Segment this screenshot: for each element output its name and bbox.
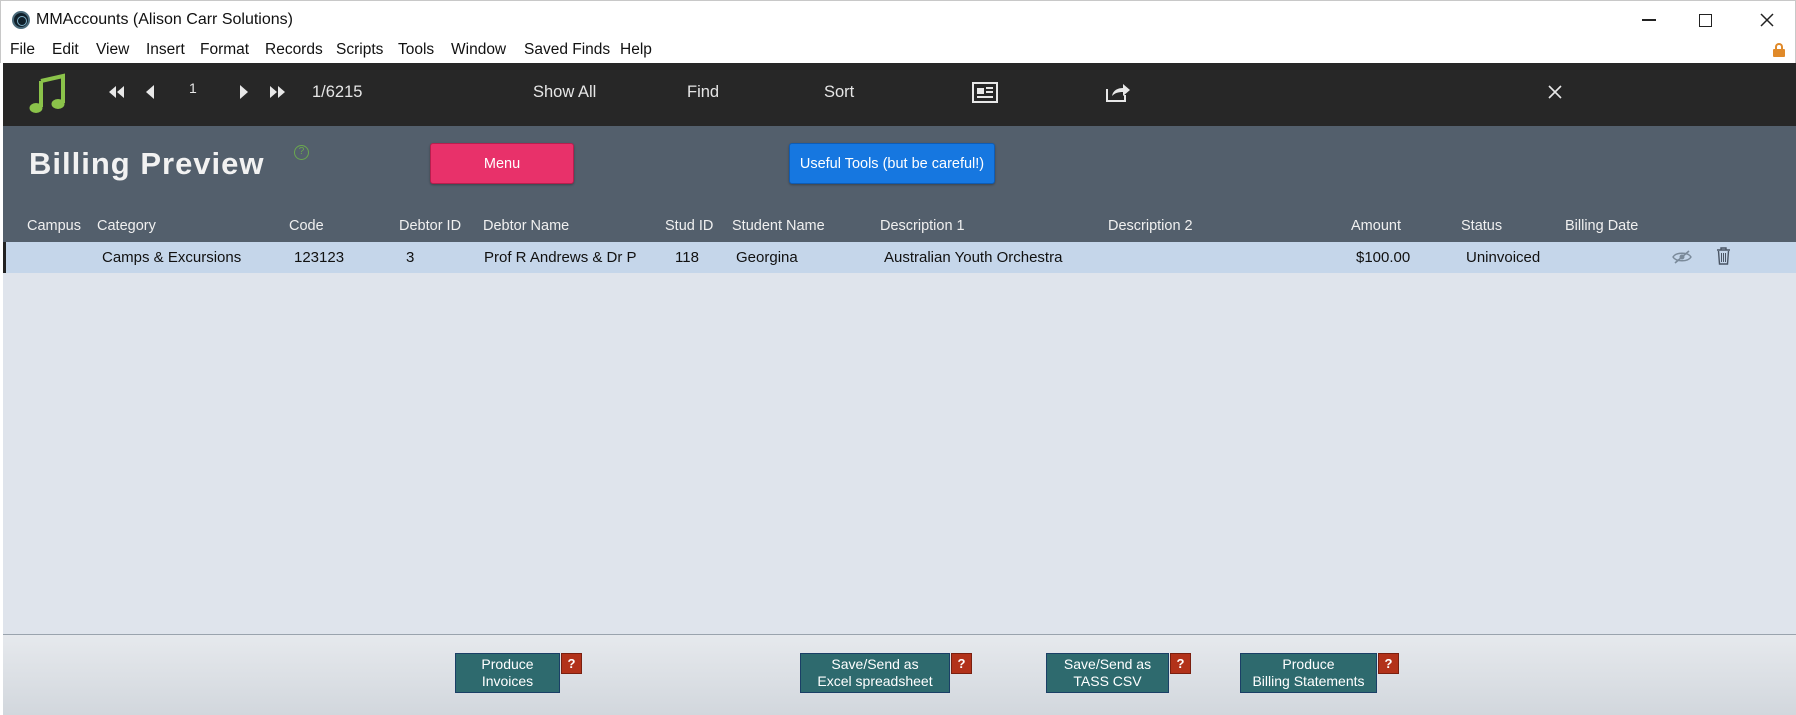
cell-stud-id[interactable]: 118: [675, 249, 699, 266]
table-row[interactable]: Camps & Excursions 123123 3 Prof R Andre…: [3, 242, 1796, 273]
layout-header: Billing Preview ? Menu Useful Tools (but…: [3, 126, 1796, 242]
menu-saved-finds[interactable]: Saved Finds: [524, 41, 610, 59]
menu-format[interactable]: Format: [200, 41, 249, 59]
column-header-description-1[interactable]: Description 1: [880, 218, 965, 234]
help-save-send-excel-button[interactable]: ?: [951, 653, 972, 674]
save-send-tass-csv-button[interactable]: Save/Send as TASS CSV: [1046, 653, 1169, 693]
produce-invoices-button[interactable]: Produce Invoices: [455, 653, 560, 693]
form-view-icon[interactable]: [972, 82, 998, 103]
help-save-send-tass-csv-button[interactable]: ?: [1170, 653, 1191, 674]
menu-edit[interactable]: Edit: [52, 41, 79, 59]
cell-debtor-name[interactable]: Prof R Andrews & Dr P: [484, 249, 637, 266]
maximize-button[interactable]: [1677, 1, 1733, 39]
minimize-button[interactable]: [1621, 1, 1677, 39]
window-close-button[interactable]: [1739, 1, 1795, 39]
next-record-icon[interactable]: [239, 84, 249, 100]
app-icon: [12, 11, 30, 29]
record-number-field[interactable]: 1: [189, 80, 197, 96]
close-window-icon: [1760, 13, 1774, 27]
column-header-billing-date[interactable]: Billing Date: [1565, 218, 1638, 234]
help-produce-invoices-button[interactable]: ?: [561, 653, 582, 674]
title-bar: MMAccounts (Alison Carr Solutions): [0, 0, 1796, 38]
minimize-icon: [1642, 19, 1656, 21]
column-header-student-name[interactable]: Student Name: [732, 218, 825, 234]
menu-file[interactable]: File: [10, 41, 35, 59]
lock-icon: [1773, 43, 1785, 57]
billing-list: Camps & Excursions 123123 3 Prof R Andre…: [3, 242, 1796, 635]
cell-code[interactable]: 123123: [294, 249, 344, 266]
record-count: 1/6215: [312, 83, 363, 101]
maximize-icon: [1698, 13, 1712, 27]
menu-view[interactable]: View: [96, 41, 129, 59]
column-header-code[interactable]: Code: [289, 218, 324, 234]
menu-window[interactable]: Window: [451, 41, 506, 59]
share-icon[interactable]: [1105, 81, 1131, 103]
sort-button[interactable]: Sort: [824, 83, 854, 102]
column-header-category[interactable]: Category: [97, 218, 156, 234]
menu-tools[interactable]: Tools: [398, 41, 434, 59]
save-send-excel-button[interactable]: Save/Send as Excel spreadsheet: [800, 653, 950, 693]
last-record-icon[interactable]: [269, 85, 287, 99]
cell-description-1[interactable]: Australian Youth Orchestra: [884, 249, 1062, 266]
page-title: Billing Preview: [29, 146, 265, 181]
column-header-status[interactable]: Status: [1461, 218, 1502, 234]
menu-records[interactable]: Records: [265, 41, 323, 59]
help-produce-billing-statements-button[interactable]: ?: [1378, 653, 1399, 674]
cell-debtor-id[interactable]: 3: [406, 249, 414, 266]
cell-category[interactable]: Camps & Excursions: [102, 249, 241, 266]
menu-insert[interactable]: Insert: [146, 41, 185, 59]
close-icon[interactable]: [1548, 85, 1562, 99]
help-icon[interactable]: ?: [294, 145, 309, 160]
column-header-debtor-id[interactable]: Debtor ID: [399, 218, 461, 234]
cell-student-name[interactable]: Georgina: [736, 249, 798, 266]
cell-amount[interactable]: $100.00: [1356, 249, 1410, 266]
menu-scripts[interactable]: Scripts: [336, 41, 383, 59]
first-record-icon[interactable]: [107, 85, 125, 99]
column-header-description-2[interactable]: Description 2: [1108, 218, 1193, 234]
useful-tools-button[interactable]: Useful Tools (but be careful!): [789, 143, 995, 184]
show-all-button[interactable]: Show All: [533, 83, 596, 102]
trash-icon[interactable]: [1716, 247, 1731, 265]
produce-billing-statements-button[interactable]: Produce Billing Statements: [1240, 653, 1377, 693]
footer-actions: Produce Invoices ? Save/Send as Excel sp…: [3, 635, 1796, 715]
cell-status[interactable]: Uninvoiced: [1466, 249, 1540, 266]
window-title: MMAccounts (Alison Carr Solutions): [36, 11, 293, 28]
previous-record-icon[interactable]: [145, 84, 155, 100]
music-note-icon: [29, 73, 65, 113]
column-header-campus[interactable]: Campus: [27, 218, 81, 234]
column-header-stud-id[interactable]: Stud ID: [665, 218, 713, 234]
find-button[interactable]: Find: [687, 83, 719, 102]
eye-slash-icon[interactable]: [1672, 250, 1692, 264]
menu-bar: File Edit View Insert Format Records Scr…: [0, 38, 1796, 63]
menu-button[interactable]: Menu: [430, 143, 574, 184]
column-header-amount[interactable]: Amount: [1351, 218, 1401, 234]
toolbar: 1 1/6215 Show All Find Sort: [3, 63, 1796, 126]
column-header-debtor-name[interactable]: Debtor Name: [483, 218, 569, 234]
menu-help[interactable]: Help: [620, 41, 652, 59]
